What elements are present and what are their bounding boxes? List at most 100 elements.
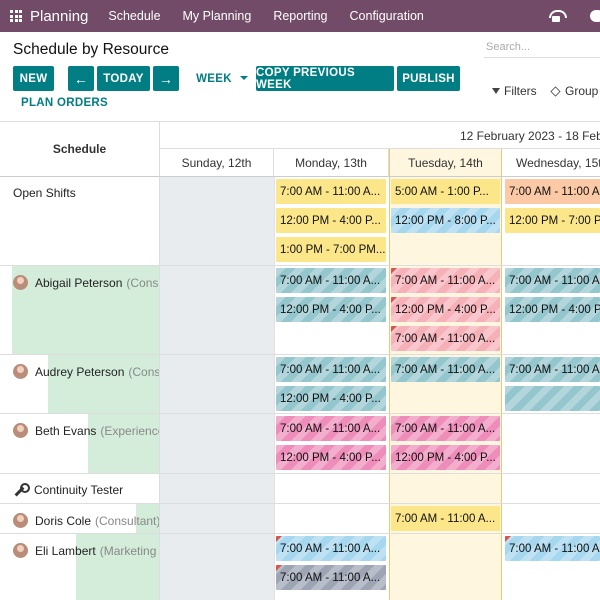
new-button[interactable]: NEW (13, 66, 54, 91)
chat-icon[interactable] (590, 10, 600, 22)
shift-pill[interactable]: 12:00 PM - 4:00 P... (276, 386, 386, 411)
layers-icon (550, 85, 561, 97)
resource-name: Eli Lambert (35, 543, 96, 558)
shift-pill[interactable]: 12:00 PM - 4:00 PM (505, 297, 600, 322)
resource-label: Audrey Peterson(Consultant) (13, 364, 160, 379)
resource-row: Eli Lambert (Marketing a 7:00 AM - 11:00 A… (0, 534, 600, 600)
resource-cell[interactable]: Doris Cole (Consultant) (0, 504, 160, 533)
shift-pill[interactable]: 7:00 AM - 11:00 A... (391, 416, 500, 441)
previous-button[interactable]: ← (68, 66, 94, 91)
copy-previous-week-button[interactable]: COPY PREVIOUS WEEK (256, 66, 394, 91)
avatar (13, 275, 28, 290)
shift-pill[interactable]: 7:00 AM - 11:00 A... (276, 416, 386, 441)
resource-name: Doris Cole (35, 513, 92, 528)
shift-pill[interactable]: 12:00 PM - 7:00 PM (505, 208, 600, 233)
shift-pill[interactable]: 12:00 PM - 4:00 P... (391, 297, 500, 322)
shift-pill[interactable]: 7:00 AM - 11:00 A... (276, 536, 386, 561)
shift-pill[interactable]: 7:00 AM - 11:00 A... (276, 565, 386, 590)
wrench-icon (13, 483, 30, 497)
shift-pill[interactable]: 7:00 AM - 11:00 A (505, 268, 600, 293)
resource-row: Continuity Tester (0, 474, 600, 504)
phone-icon[interactable] (548, 9, 567, 23)
resource-cell[interactable]: Continuity Tester (0, 474, 160, 503)
shift-pill[interactable]: 7:00 AM - 11:00 A... (391, 326, 500, 351)
shift-pill[interactable]: 7:00 AM - 11:00 A... (391, 357, 500, 382)
resource-row: Open Shifts 7:00 AM - 11:00 A... 12:00 PM … (0, 177, 600, 266)
resource-role: (Marketing a (99, 543, 160, 558)
shift-pill[interactable] (505, 386, 600, 411)
resource-row: Doris Cole (Consultant) 7:00 AM - 11:00 A.… (0, 504, 600, 534)
resource-role: (Consultant) (126, 275, 159, 290)
resource-name: Beth Evans (35, 423, 97, 438)
resource-name: Continuity Tester (34, 483, 124, 497)
shift-pill[interactable]: 12:00 PM - 4:00 P... (276, 297, 386, 322)
resource-row: Beth Evans(Experienced 7:00 AM - 11:00 A.… (0, 414, 600, 474)
shift-pill[interactable]: 12:00 PM - 8:00 P... (391, 208, 500, 233)
day-header-tuesday: Tuesday, 14th (389, 149, 502, 177)
menu-my-planning[interactable]: My Planning (183, 9, 252, 23)
resource-label: Beth Evans(Experienced (13, 423, 159, 438)
plan-orders-button[interactable]: PLAN ORDERS (21, 97, 108, 109)
scale-dropdown[interactable]: WEEK (194, 66, 250, 91)
day-header-wednesday: Wednesday, 15th (502, 149, 600, 177)
resource-row: Audrey Peterson(Consultant) 7:00 AM - 11:… (0, 355, 600, 414)
app-name[interactable]: Planning (30, 8, 88, 25)
filters-label: Filters (504, 84, 537, 98)
publish-button[interactable]: PUBLISH (397, 66, 460, 91)
menu-configuration[interactable]: Configuration (350, 9, 424, 23)
date-range-header: 12 February 2023 - 18 Feb (160, 122, 600, 149)
group-label: Group (565, 84, 599, 98)
shift-pill[interactable]: 1:00 PM - 7:00 PM... (276, 237, 386, 262)
group-by-button[interactable]: Group (550, 84, 599, 98)
shift-pill[interactable]: 7:00 AM - 11:00 A (505, 536, 600, 561)
schedule-header: Schedule (0, 122, 160, 177)
resource-name: Audrey Peterson (35, 364, 125, 379)
resource-cell[interactable]: Beth Evans(Experienced (0, 414, 160, 473)
avatar (13, 423, 28, 438)
menu-reporting[interactable]: Reporting (273, 9, 327, 23)
shift-pill[interactable]: 12:00 PM - 4:00 P... (391, 445, 500, 470)
resource-role: (Experienced (100, 423, 159, 438)
avatar (13, 543, 28, 558)
resource-cell[interactable]: Eli Lambert (Marketing a (0, 534, 160, 600)
shift-pill[interactable]: 7:00 AM - 11:00 A... (276, 179, 386, 204)
avatar (13, 513, 28, 528)
search-input[interactable]: Search... (484, 38, 600, 58)
page-title: Schedule by Resource (13, 41, 169, 58)
day-header-sunday: Sunday, 12th (160, 149, 274, 177)
today-button[interactable]: TODAY (97, 66, 150, 91)
resource-label: Open Shifts (13, 186, 76, 200)
shift-pill[interactable]: 7:00 AM - 11:00 A (505, 357, 600, 382)
resource-label: Eli Lambert (Marketing a (13, 543, 160, 558)
resource-name: Open Shifts (13, 186, 76, 200)
shift-pill[interactable]: 7:00 AM - 11:00 A... (276, 268, 386, 293)
day-header-monday: Monday, 13th (274, 149, 389, 177)
shift-pill[interactable]: 7:00 AM - 11:00 A... (391, 506, 500, 531)
filter-icon (492, 88, 500, 94)
resource-label: Abigail Peterson(Consultant) (13, 275, 159, 290)
apps-menu-icon[interactable] (10, 10, 22, 22)
shift-pill[interactable]: 5:00 AM - 1:00 P... (391, 179, 500, 204)
resource-cell[interactable]: Audrey Peterson(Consultant) (0, 355, 160, 413)
top-navbar: Planning Schedule My Planning Reporting … (0, 0, 600, 32)
scale-label: WEEK (196, 72, 232, 85)
resource-cell[interactable]: Open Shifts (0, 177, 160, 265)
filters-button[interactable]: Filters (492, 84, 537, 98)
resource-label: Doris Cole (Consultant) (13, 513, 160, 528)
shift-pill[interactable]: 7:00 AM - 11:00 A... (276, 357, 386, 382)
resource-row: Abigail Peterson(Consultant) 7:00 AM - 11… (0, 266, 600, 355)
gantt-grid: Schedule 12 February 2023 - 18 Feb Sunda… (0, 121, 600, 600)
shift-pill[interactable]: 7:00 AM - 11:00 A (505, 179, 600, 204)
resource-cell[interactable]: Abigail Peterson(Consultant) (0, 266, 160, 354)
shift-pill[interactable]: 12:00 PM - 4:00 P... (276, 208, 386, 233)
resource-label: Continuity Tester (13, 483, 123, 497)
shift-pill[interactable]: 12:00 PM - 4:00 P... (276, 445, 386, 470)
resource-role: (Consultant) (128, 364, 160, 379)
caret-down-icon (239, 75, 248, 80)
resource-name: Abigail Peterson (35, 275, 123, 290)
menu-schedule[interactable]: Schedule (108, 9, 160, 23)
next-button[interactable]: → (153, 66, 179, 91)
avatar (13, 364, 28, 379)
shift-pill[interactable]: 7:00 AM - 11:00 A... (391, 268, 500, 293)
resource-role: (Consultant) (95, 513, 160, 528)
